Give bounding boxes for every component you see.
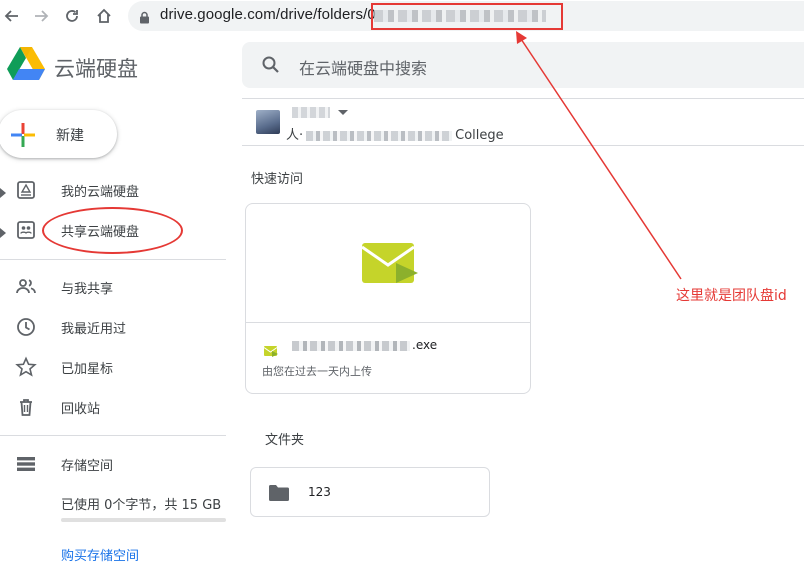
annotation-label: 这里就是团队盘id — [676, 288, 787, 304]
